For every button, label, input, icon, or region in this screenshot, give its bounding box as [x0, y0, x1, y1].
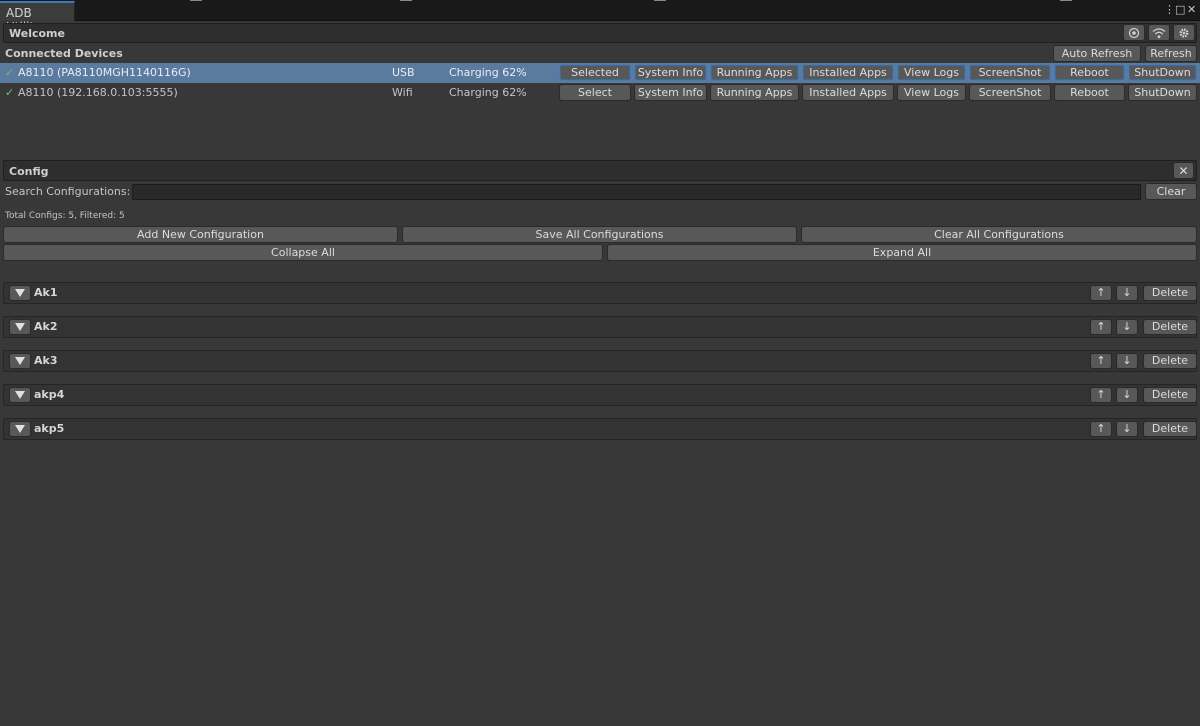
maximize-icon[interactable]: □ [1175, 3, 1185, 16]
delete-button[interactable]: Delete [1143, 285, 1197, 301]
move-up-button[interactable]: ↑ [1090, 387, 1112, 403]
reboot-button[interactable]: Reboot [1054, 64, 1125, 81]
check-icon: ✓ [5, 66, 15, 79]
auto-refresh-button[interactable]: Auto Refresh [1053, 45, 1141, 62]
triangle-down-icon [15, 289, 25, 297]
select-button[interactable]: Select [559, 84, 631, 101]
search-label: Search Configurations: [5, 185, 131, 198]
device-name: A8110 (192.168.0.103:5555) [18, 86, 178, 99]
delete-button[interactable]: Delete [1143, 421, 1197, 437]
device-battery: Charging 62% [449, 66, 527, 79]
screenshot-button[interactable]: ScreenShot [969, 84, 1051, 101]
move-down-button[interactable]: ↓ [1116, 353, 1138, 369]
wifi-button[interactable] [1148, 24, 1170, 41]
divider [654, 0, 666, 1]
welcome-bar: Welcome [3, 23, 1197, 43]
gear-icon [1179, 28, 1189, 37]
delete-button[interactable]: Delete [1143, 387, 1197, 403]
delete-button[interactable]: Delete [1143, 353, 1197, 369]
move-up-button[interactable]: ↑ [1090, 353, 1112, 369]
delete-button[interactable]: Delete [1143, 319, 1197, 335]
triangle-down-icon [15, 391, 25, 399]
reboot-button[interactable]: Reboot [1054, 84, 1125, 101]
device-connection: Wifi [392, 86, 413, 99]
installed-apps-button[interactable]: Installed Apps [802, 64, 894, 81]
divider [1060, 0, 1072, 1]
config-close-button[interactable]: ✕ [1173, 162, 1194, 179]
triangle-down-icon [15, 425, 25, 433]
expand-all-button[interactable]: Expand All [607, 244, 1197, 261]
config-name: akp5 [34, 422, 65, 435]
foldout-toggle[interactable] [9, 421, 31, 437]
move-up-button[interactable]: ↑ [1090, 319, 1112, 335]
config-name: Ak2 [34, 320, 58, 333]
move-up-button[interactable]: ↑ [1090, 285, 1112, 301]
config-item: Ak2 ↑ ↓ Delete [3, 316, 1197, 338]
move-up-button[interactable]: ↑ [1090, 421, 1112, 437]
search-input[interactable] [132, 184, 1141, 200]
config-title: Config [9, 165, 49, 178]
device-row[interactable]: ✓ A8110 (PA8110MGH1140116G) USB Charging… [0, 63, 1200, 83]
wifi-icon [1152, 27, 1166, 38]
installed-apps-button[interactable]: Installed Apps [802, 84, 894, 101]
triangle-down-icon [15, 357, 25, 365]
check-icon: ✓ [5, 86, 15, 99]
record-icon [1128, 27, 1140, 38]
running-apps-button[interactable]: Running Apps [710, 64, 799, 81]
more-options-icon[interactable]: ⋮ [1164, 3, 1175, 16]
shutdown-button[interactable]: ShutDown [1128, 84, 1197, 101]
move-down-button[interactable]: ↓ [1116, 319, 1138, 335]
shutdown-button[interactable]: ShutDown [1128, 64, 1197, 81]
foldout-toggle[interactable] [9, 285, 31, 301]
settings-button[interactable] [1173, 24, 1195, 41]
device-connection: USB [392, 66, 415, 79]
save-all-configurations-button[interactable]: Save All Configurations [402, 226, 797, 243]
foldout-toggle[interactable] [9, 353, 31, 369]
clear-search-button[interactable]: Clear [1145, 183, 1197, 200]
add-configuration-button[interactable]: Add New Configuration [3, 226, 398, 243]
window-titlebar: ADB Utility ⋮ □ ✕ [0, 0, 1200, 34]
device-row[interactable]: ✓ A8110 (192.168.0.103:5555) Wifi Chargi… [0, 83, 1200, 103]
config-name: Ak3 [34, 354, 58, 367]
connected-devices-title: Connected Devices [5, 47, 123, 60]
foldout-toggle[interactable] [9, 387, 31, 403]
divider [400, 0, 412, 1]
config-bar: Config [3, 160, 1197, 181]
divider [190, 0, 202, 1]
collapse-all-button[interactable]: Collapse All [3, 244, 603, 261]
record-button[interactable] [1123, 24, 1145, 41]
config-name: Ak1 [34, 286, 58, 299]
welcome-title: Welcome [9, 27, 65, 40]
clear-all-configurations-button[interactable]: Clear All Configurations [801, 226, 1197, 243]
view-logs-button[interactable]: View Logs [897, 84, 966, 101]
triangle-down-icon [15, 323, 25, 331]
system-info-button[interactable]: System Info [634, 84, 707, 101]
move-down-button[interactable]: ↓ [1116, 421, 1138, 437]
move-down-button[interactable]: ↓ [1116, 285, 1138, 301]
config-item: akp5 ↑ ↓ Delete [3, 418, 1197, 440]
running-apps-button[interactable]: Running Apps [710, 84, 799, 101]
view-logs-button[interactable]: View Logs [897, 64, 966, 81]
config-item: akp4 ↑ ↓ Delete [3, 384, 1197, 406]
device-battery: Charging 62% [449, 86, 527, 99]
config-item: Ak3 ↑ ↓ Delete [3, 350, 1197, 372]
refresh-button[interactable]: Refresh [1145, 45, 1197, 62]
close-icon: ✕ [1178, 163, 1189, 178]
foldout-toggle[interactable] [9, 319, 31, 335]
system-info-button[interactable]: System Info [634, 64, 707, 81]
config-item: Ak1 ↑ ↓ Delete [3, 282, 1197, 304]
move-down-button[interactable]: ↓ [1116, 387, 1138, 403]
screenshot-button[interactable]: ScreenShot [969, 64, 1051, 81]
config-name: akp4 [34, 388, 65, 401]
close-window-icon[interactable]: ✕ [1187, 3, 1196, 16]
selected-button[interactable]: Selected [559, 64, 631, 81]
device-name: A8110 (PA8110MGH1140116G) [18, 66, 191, 79]
config-summary: Total Configs: 5, Filtered: 5 [5, 211, 125, 221]
tab-adb-utility[interactable]: ADB Utility [0, 1, 75, 34]
